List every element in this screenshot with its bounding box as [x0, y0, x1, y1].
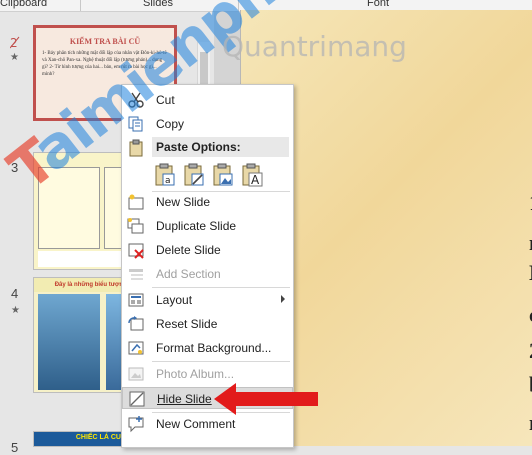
new-slide-icon — [128, 194, 144, 210]
menu-item-delete-slide[interactable]: Delete Slide — [122, 239, 293, 261]
hidden-slide-icon: 2 — [10, 36, 20, 50]
thumbnail-photo — [38, 294, 100, 390]
clipboard-icon — [129, 139, 143, 157]
menu-separator — [152, 287, 290, 288]
slide-number-4: 4 — [11, 286, 19, 301]
paste-use-destination-theme-icon[interactable]: a — [154, 163, 176, 187]
paste-keep-source-formatting-icon[interactable] — [183, 163, 205, 187]
menu-separator — [152, 361, 290, 362]
menu-item-new-slide[interactable]: New Slide — [122, 191, 293, 213]
add-section-icon — [129, 269, 143, 280]
slide-number-5: 5 — [11, 440, 19, 455]
paste-options-header: Paste Options: — [152, 137, 289, 157]
menu-item-label: Reset Slide — [156, 317, 218, 331]
animation-star-icon: ★ — [11, 305, 20, 316]
animation-star-icon: ★ — [10, 52, 19, 63]
menu-item-add-section[interactable]: Add Section — [122, 263, 293, 285]
menu-item-label: Add Section — [156, 267, 221, 281]
paste-keep-text-only-icon[interactable]: A — [241, 163, 263, 187]
menu-item-label: New Slide — [156, 195, 211, 209]
duplicate-slide-icon — [127, 218, 144, 234]
ribbon-group-font: Font — [367, 0, 390, 9]
ribbon-group-clipboard: Clipboard — [0, 0, 48, 9]
layout-icon — [128, 293, 144, 307]
svg-text:a: a — [165, 176, 171, 186]
menu-item-label: Copy — [156, 117, 185, 131]
new-comment-icon — [128, 416, 144, 433]
svg-text:A: A — [251, 173, 260, 187]
hide-slide-icon — [129, 391, 145, 407]
delete-slide-icon — [128, 243, 144, 259]
paste-picture-icon[interactable] — [212, 163, 234, 187]
menu-item-label: Format Background... — [156, 341, 272, 355]
ribbon-group-slides: Slides — [143, 0, 173, 9]
submenu-arrow-icon — [281, 295, 285, 303]
menu-item-label: Delete Slide — [156, 243, 221, 257]
photo-album-icon — [128, 367, 144, 381]
red-pointer-arrow-icon — [214, 383, 318, 415]
menu-item-format-background[interactable]: Format Background... — [122, 337, 293, 359]
menu-item-duplicate-slide[interactable]: Duplicate Slide — [122, 215, 293, 237]
menu-item-label: Hide Slide — [157, 392, 212, 406]
menu-item-reset-slide[interactable]: Reset Slide — [122, 313, 293, 335]
reset-slide-icon — [128, 316, 144, 331]
menu-item-layout[interactable]: Layout — [122, 289, 293, 311]
menu-item-label: Layout — [156, 293, 193, 307]
format-background-icon — [128, 341, 144, 355]
menu-item-label: Duplicate Slide — [156, 219, 237, 233]
ribbon-separator — [80, 0, 81, 11]
brand-logo-watermark: Quantrimang — [222, 30, 407, 63]
